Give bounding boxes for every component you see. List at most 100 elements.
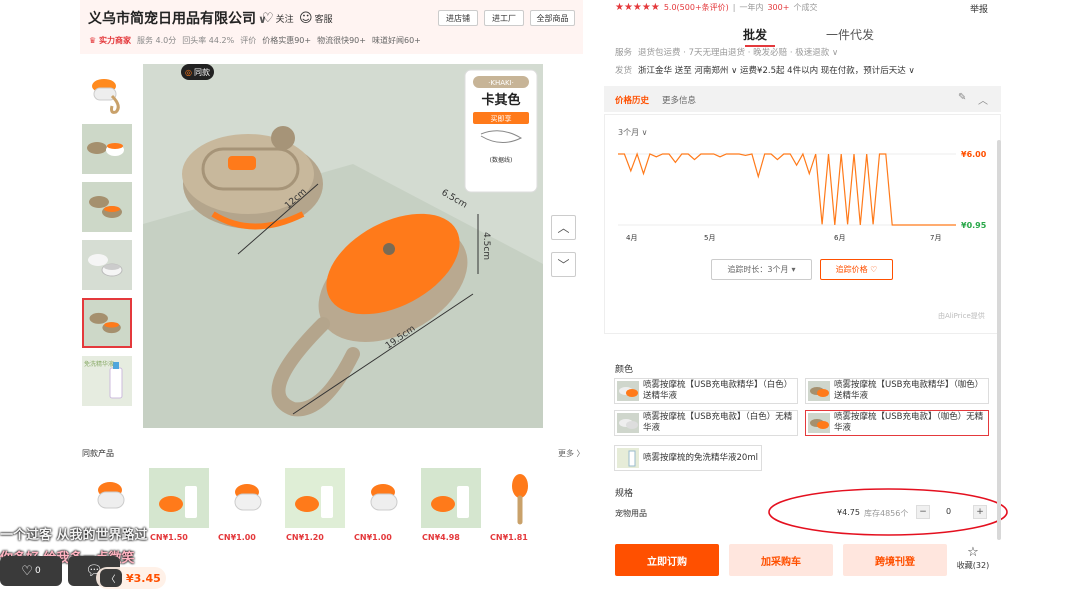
similar-price: CN¥1.50 <box>150 533 188 542</box>
price-chart: 4月 5月 6月 7月 ¥6.00 ¥0.95 <box>618 150 987 242</box>
scrollbar[interactable] <box>997 140 1001 540</box>
track-duration-select[interactable]: 追踪时长：3个月 ▾ <box>711 259 812 280</box>
gift-label: 买即享 <box>491 114 512 123</box>
tab-dropship[interactable]: 一件代发 <box>826 26 874 43</box>
thumbnail-4[interactable] <box>82 240 132 290</box>
same-product-tag[interactable]: ◎ 同款 <box>181 64 214 80</box>
tab-price-history[interactable]: 价格历史 <box>615 94 649 106</box>
x-tick-label: 6月 <box>834 234 845 242</box>
low-price-label: ¥0.95 <box>961 221 987 230</box>
enter-factory-button[interactable]: 进工厂 <box>484 10 524 26</box>
color-option-selected[interactable]: 喷雾按摩梳【USB充电款】（咖色）无精华液 <box>805 410 989 436</box>
search-icon: ◎ <box>185 67 192 77</box>
customer-service-link[interactable]: ☺ 客服 <box>299 11 333 26</box>
color-option[interactable]: 喷雾按摩梳【USB充电款】（白色）无精华液 <box>614 410 798 436</box>
thumbnail-2[interactable] <box>82 124 132 174</box>
similar-price: CN¥1.20 <box>286 533 324 542</box>
cross-border-list-button[interactable]: 跨境刊登 <box>843 544 947 576</box>
store-metrics: ♛ 实力商家 服务 4.0分 回头率 44.2% 评价 价格实惠90+ 物流很快… <box>89 35 421 46</box>
color-option[interactable]: 喷雾按摩梳的免洗精华液20ml <box>614 445 762 471</box>
review-tag: 价格实惠90+ <box>262 36 312 45</box>
track-price-button[interactable]: 追踪价格 ♡ <box>820 259 893 280</box>
follow-link[interactable]: ♡ 关注 <box>262 11 294 26</box>
chat-icon: ☺ <box>299 11 313 26</box>
crown-icon: ♛ <box>89 36 97 45</box>
delivery-row[interactable]: 发货 浙江金华 送至 河南郑州 ∨ 运费¥2.5起 4件以内 现在付款，预计后天达… <box>615 64 915 76</box>
rating-score: 5.0(500+条评价) <box>663 3 729 12</box>
more-link[interactable]: 更多 〉 <box>558 448 585 459</box>
color-label: 颜色 <box>615 365 634 375</box>
all-products-button[interactable]: 全部商品 <box>530 10 575 26</box>
color-en-label: ·KHAKI· <box>488 79 514 87</box>
range-select[interactable]: 3个月 ∨ <box>618 127 648 138</box>
thumbnail-5-selected[interactable] <box>82 298 132 348</box>
heart-icon: ♡ <box>21 563 33 579</box>
cable-label: (数据线) <box>490 156 513 164</box>
star-icons: ★★★★★ <box>615 2 660 13</box>
similar-product[interactable] <box>285 468 345 528</box>
color-option[interactable]: 喷雾按摩梳【USB充电款精华】（白色）送精华液 <box>614 378 798 404</box>
scroll-down-button[interactable]: ﹀ <box>551 252 576 277</box>
thumbnail-label: 免洗精华液 <box>84 361 115 368</box>
color-swatch <box>617 413 639 433</box>
similar-product[interactable] <box>421 468 481 528</box>
color-swatch <box>617 381 639 401</box>
highlight-circle <box>768 488 1008 536</box>
tab-wholesale[interactable]: 批发 <box>743 26 767 43</box>
enter-store-button[interactable]: 进店铺 <box>438 10 478 26</box>
high-price-label: ¥6.00 <box>961 150 987 159</box>
aliprice-credit: 由AliPrice提供 <box>938 312 985 320</box>
x-tick-label: 7月 <box>930 234 941 242</box>
price-series-line <box>618 152 956 226</box>
x-tick-label: 4月 <box>626 234 637 242</box>
chevron-up-icon: ︿ <box>557 221 570 235</box>
like-button[interactable]: ♡ 0 <box>0 556 62 586</box>
thumbnail-1[interactable] <box>82 66 132 116</box>
service-row[interactable]: 服务 退货包运费 · 7天无理由退货 · 晚发必赔 · 极速退款 ∨ <box>615 46 838 58</box>
color-swatch <box>808 381 830 401</box>
x-tick-label: 5月 <box>704 234 715 242</box>
dim-label: 4.5cm <box>481 232 491 260</box>
review-tag: 味道好闻60+ <box>371 36 421 45</box>
star-icon: ☆ <box>967 545 979 560</box>
similar-product[interactable] <box>82 468 142 528</box>
color-option[interactable]: 喷雾按摩梳【USB充电款精华】（咖色）送精华液 <box>805 378 989 404</box>
thumbnail-6[interactable]: 免洗精华液 <box>82 356 132 406</box>
favorite-button[interactable]: ☆ 收藏(32) <box>956 545 990 571</box>
collapse-icon[interactable]: ︿ <box>978 92 988 107</box>
similar-product[interactable] <box>490 468 550 528</box>
color-swatch <box>808 413 830 433</box>
similar-product[interactable] <box>353 468 413 528</box>
chevron-down-icon: ﹀ <box>557 258 570 272</box>
similar-products-title: 同款产品 <box>82 449 114 458</box>
scroll-up-button[interactable]: ︿ <box>551 215 576 240</box>
edit-icon[interactable]: ✎ <box>958 92 966 103</box>
similar-product[interactable] <box>217 468 277 528</box>
report-link[interactable]: 举报 <box>970 2 988 15</box>
lyric-line-1: 一个过客 从我的世界路过 <box>0 528 148 543</box>
spec-label: 规格 <box>615 489 634 499</box>
service-score: 服务 4.0分 <box>136 36 177 45</box>
add-to-cart-button[interactable]: 加采购车 <box>729 544 833 576</box>
review-tag: 物流很快90+ <box>317 36 366 45</box>
similar-price: CN¥1.00 <box>218 533 256 542</box>
caret-down-icon: ▾ <box>791 265 796 274</box>
similar-product[interactable] <box>149 468 209 528</box>
similar-price: CN¥1.00 <box>354 533 392 542</box>
main-product-image[interactable]: 12cm 6.5cm 4.5cm 19.5cm ·KHAKI· 卡其色 买即享 … <box>143 64 543 428</box>
thumbnail-3[interactable] <box>82 182 132 232</box>
tab-more-info[interactable]: 更多信息 <box>662 94 696 106</box>
color-swatch <box>617 448 639 468</box>
rating-row[interactable]: ★★★★★ 5.0(500+条评价) | 一年内 300+ 个成交 <box>615 2 817 13</box>
spec-name: 宠物用品 <box>615 509 647 518</box>
power-merchant-badge: ♛ 实力商家 <box>89 36 131 45</box>
similar-price: CN¥1.81 <box>490 533 528 542</box>
similar-price: CN¥4.98 <box>422 533 460 542</box>
return-rate: 回头率 44.2% <box>182 36 235 45</box>
live-price-tag[interactable]: 〈 ¥3.45 <box>96 567 166 589</box>
review-label: 评价 <box>240 36 257 45</box>
company-name[interactable]: 义乌市简宠日用品有限公司 ∨ <box>88 8 267 28</box>
order-now-button[interactable]: 立即订购 <box>615 544 719 576</box>
chevron-left-icon: 〈 <box>100 569 122 587</box>
heart-icon: ♡ <box>262 11 274 26</box>
